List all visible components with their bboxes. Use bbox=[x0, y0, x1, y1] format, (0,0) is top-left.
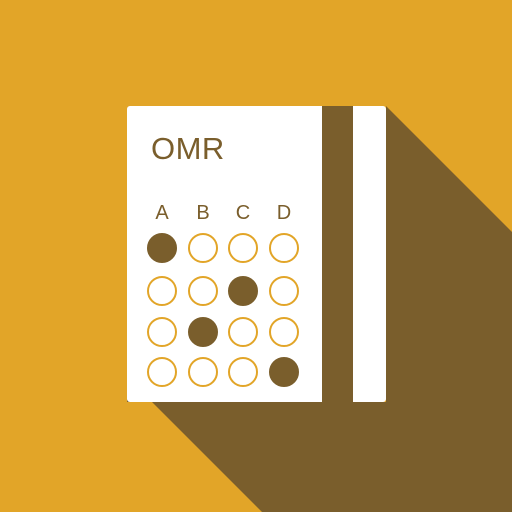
answer-bubble-row-3-d bbox=[269, 317, 299, 347]
answer-bubble-row-2-a bbox=[147, 276, 177, 306]
sheet-side-stripe bbox=[322, 106, 353, 402]
answer-bubble-row-1-a bbox=[147, 233, 177, 263]
answer-grid: A B C D bbox=[127, 106, 322, 402]
answer-bubble-row-1-b bbox=[188, 233, 218, 263]
answer-bubble-row-4-b bbox=[188, 357, 218, 387]
omr-answer-sheet-icon: OMR A B C D bbox=[127, 106, 386, 402]
answer-bubble-row-4-a bbox=[147, 357, 177, 387]
answer-bubble-row-3-a bbox=[147, 317, 177, 347]
answer-bubble-row-1-c bbox=[228, 233, 258, 263]
column-label-c: C bbox=[235, 202, 251, 224]
answer-bubble-row-4-d bbox=[269, 357, 299, 387]
answer-bubble-row-2-c bbox=[228, 276, 258, 306]
column-label-b: B bbox=[196, 202, 210, 224]
answer-bubble-row-4-c bbox=[228, 357, 258, 387]
answer-bubble-row-1-d bbox=[269, 233, 299, 263]
column-label-d: D bbox=[276, 202, 292, 224]
column-label-a: A bbox=[155, 202, 169, 224]
answer-bubble-row-2-d bbox=[269, 276, 299, 306]
answer-bubble-row-3-b bbox=[188, 317, 218, 347]
answer-bubble-row-2-b bbox=[188, 276, 218, 306]
answer-bubble-row-3-c bbox=[228, 317, 258, 347]
